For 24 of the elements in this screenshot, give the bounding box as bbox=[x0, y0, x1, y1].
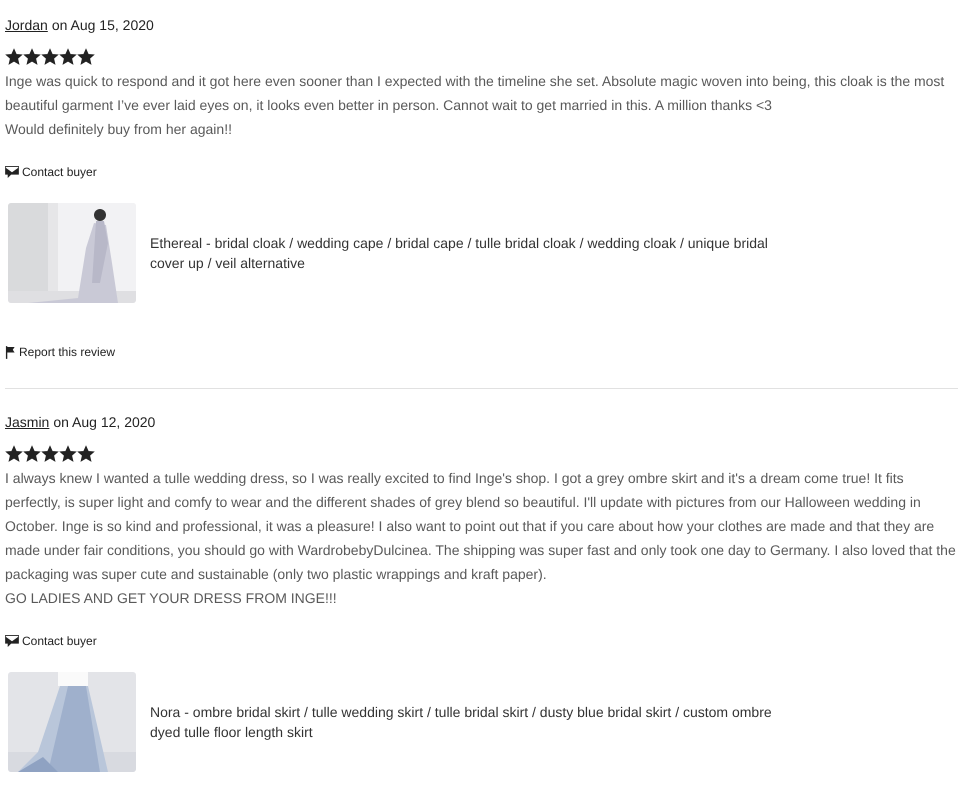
report-review-link[interactable]: Report this review bbox=[5, 345, 116, 359]
contact-buyer-link[interactable]: Contact buyer bbox=[5, 634, 97, 648]
review-date: on Aug 12, 2020 bbox=[53, 414, 156, 430]
star-icon bbox=[41, 48, 59, 66]
star-icon bbox=[77, 48, 95, 66]
review-text: Inge was quick to respond and it got here even sooner than I expected with the timeline she set. Absolute magic woven into being, this cloak is the most beautiful garment I’ve ever laid eyes on, it looks even better in person. Cannot wait to get married in this. A million thanks <3 Would definitely buy from her again!! bbox=[5, 72, 946, 139]
star-icon bbox=[23, 444, 41, 462]
star-icon bbox=[5, 48, 23, 66]
star-icon bbox=[5, 444, 23, 462]
star-icon bbox=[59, 48, 77, 66]
star-icon bbox=[23, 48, 41, 66]
envelope-icon bbox=[5, 166, 19, 178]
reviewer-link[interactable]: Jordan bbox=[5, 17, 48, 33]
star-icon bbox=[59, 444, 77, 462]
contact-buyer-link[interactable]: Contact buyer bbox=[5, 165, 97, 179]
review-date: on Aug 15, 2020 bbox=[52, 17, 154, 33]
product-title-link[interactable]: Ethereal - bridal cloak / wedding cape / bridal cape / tulle bridal cloak / wedding cloak / unique bridal cover up / veil alternative bbox=[150, 233, 800, 273]
review-text: I always knew I wanted a tulle wedding dress, so I was really excited to find Inge's shop. I got a grey ombre skirt and it's a dream come true! It fits perfectly, is super light and comfy to wear and the different shades of grey blend so beautiful. I'll update with pictures from our Halloween wedding in October. Inge is so kind and professional, it was a pleasure! I also want to point out that if you care about how your clothes are made and that they are made under fair conditions, you should go with WardrobebyDulcinea. The shipping was super fast and only took one day to Germany. I also loved that the packaging was super cute and sustainable (only two plastic wrappings and kraft paper). GO LADIES AND GET YOUR DRESS FROM INGE!!! bbox=[5, 468, 957, 608]
product-title-link[interactable]: Nora - ombre bridal skirt / tulle wedding skirt / tulle bridal skirt / dusty blue bridal skirt / custom ombre dyed tulle floor length skirt bbox=[150, 702, 800, 742]
star-icon bbox=[77, 444, 95, 462]
flag-icon bbox=[5, 346, 16, 358]
envelope-icon bbox=[5, 634, 19, 646]
reviewer-link[interactable]: Jasmin bbox=[5, 414, 50, 430]
star-icon bbox=[41, 444, 59, 462]
